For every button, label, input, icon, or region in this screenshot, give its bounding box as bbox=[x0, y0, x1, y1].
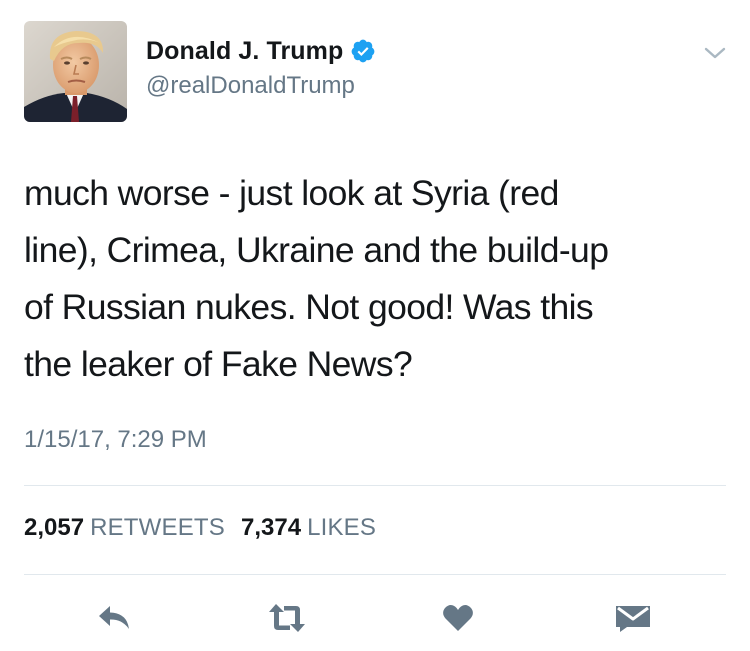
tweet-timestamp[interactable]: 1/15/17, 7:29 PM bbox=[24, 426, 207, 454]
retweets-label[interactable]: RETWEETS bbox=[90, 514, 225, 542]
avatar[interactable] bbox=[24, 21, 127, 122]
handle[interactable]: @realDonaldTrump bbox=[146, 72, 355, 100]
more-options-button[interactable] bbox=[700, 38, 730, 68]
retweet-icon bbox=[269, 604, 305, 632]
likes-label[interactable]: LIKES bbox=[307, 514, 376, 542]
direct-message-button[interactable] bbox=[613, 600, 653, 636]
tweet-text: much worse - just look at Syria (red lin… bbox=[24, 173, 609, 384]
author-name-row[interactable]: Donald J. Trump bbox=[146, 34, 376, 68]
profile-photo bbox=[24, 21, 127, 122]
retweets-count[interactable]: 2,057 bbox=[24, 514, 84, 542]
retweet-button[interactable] bbox=[267, 600, 307, 636]
reply-button[interactable] bbox=[94, 600, 134, 636]
direct-message-icon bbox=[616, 606, 650, 632]
like-button[interactable] bbox=[438, 600, 478, 636]
display-name[interactable]: Donald J. Trump bbox=[146, 37, 343, 66]
divider bbox=[24, 574, 726, 575]
reply-icon bbox=[99, 606, 129, 629]
likes-count[interactable]: 7,374 bbox=[241, 514, 301, 542]
heart-icon bbox=[443, 605, 473, 631]
chevron-down-icon bbox=[704, 47, 726, 59]
engagement-stats: 2,057 RETWEETS 7,374 LIKES bbox=[24, 514, 392, 542]
divider bbox=[24, 485, 726, 486]
verified-badge-icon bbox=[351, 39, 375, 63]
